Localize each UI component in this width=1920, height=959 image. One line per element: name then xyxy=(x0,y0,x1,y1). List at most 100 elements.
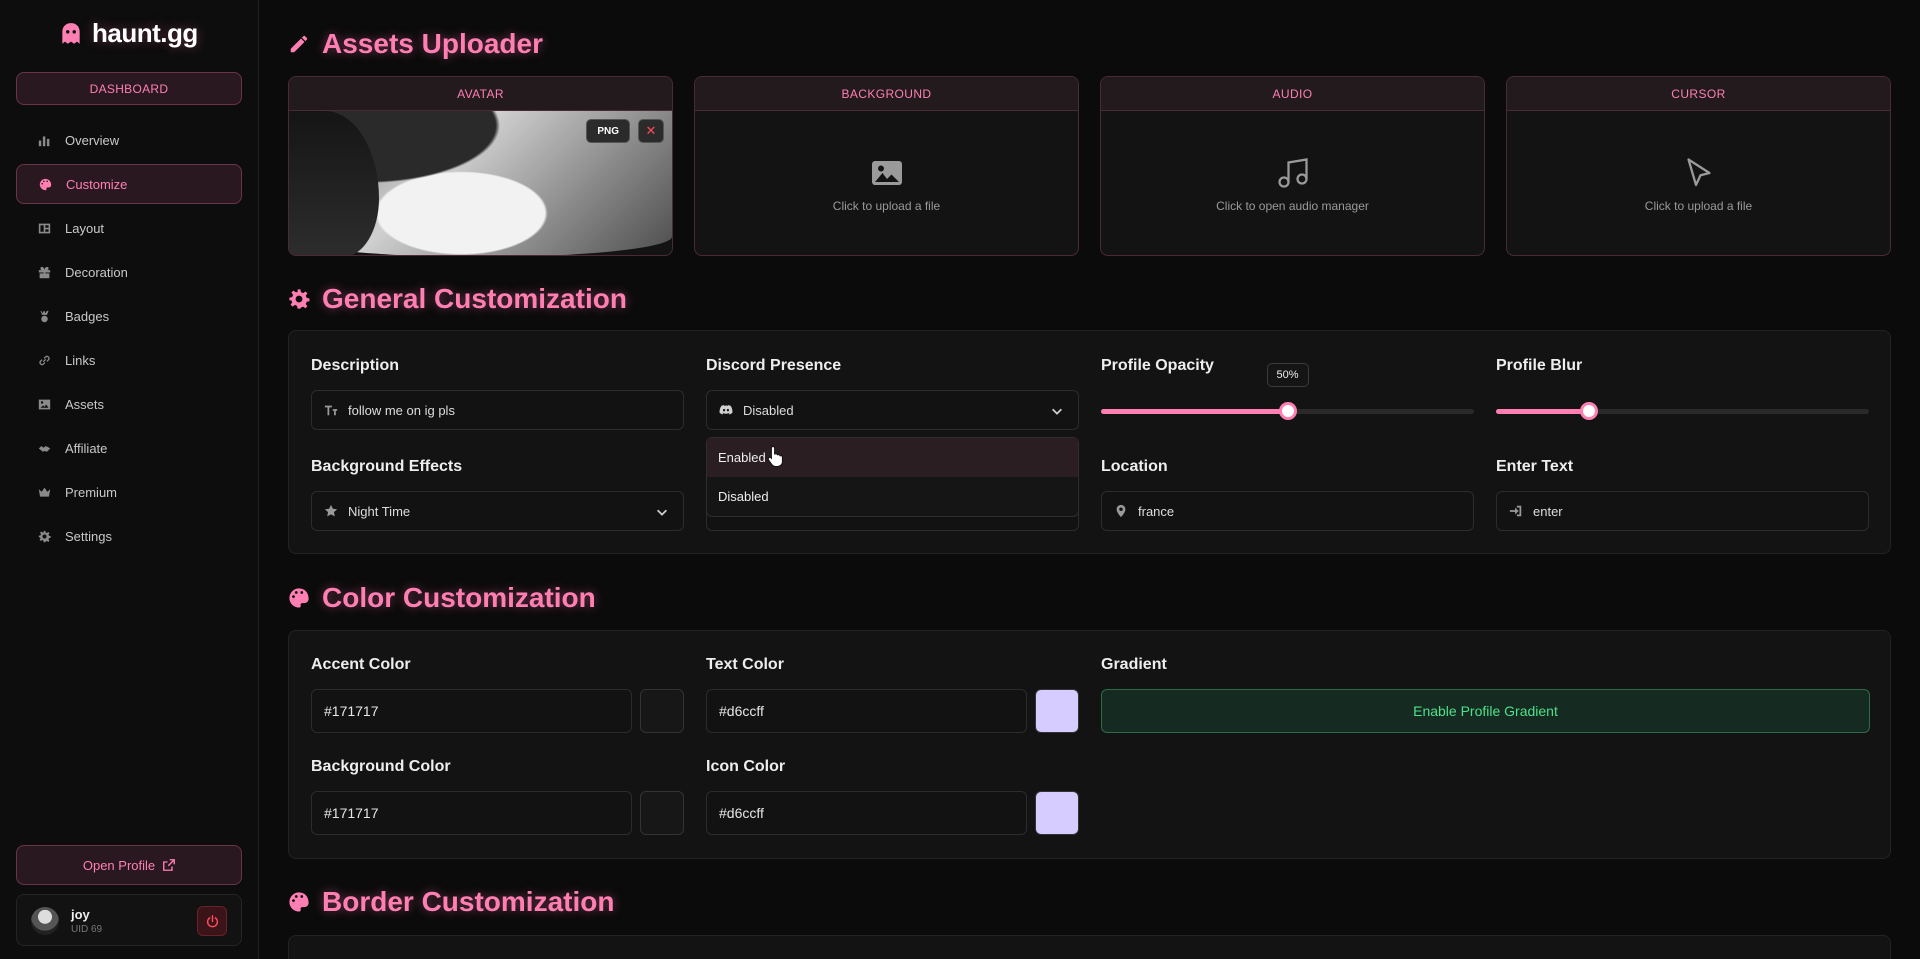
general-panel: Description follow me on ig pls Discord … xyxy=(288,330,1891,554)
discord-presence-select[interactable]: Disabled xyxy=(706,390,1079,430)
user-uid: UID 69 xyxy=(71,924,103,935)
affiliate-icon xyxy=(38,445,51,452)
background-effects-select[interactable]: Night Time xyxy=(311,491,684,531)
user-name: joy xyxy=(71,907,90,922)
image-icon xyxy=(871,161,902,185)
profile-blur-slider[interactable] xyxy=(1496,401,1869,421)
brand-name: haunt.gg xyxy=(92,18,198,48)
sidebar: haunt.gg DASHBOARD Overview Customize La… xyxy=(0,0,259,959)
dropdown-option-disabled[interactable]: Disabled xyxy=(707,477,1078,516)
gear-icon xyxy=(289,289,310,309)
color-panel: Accent Color #171717 Text Color #d6ccff … xyxy=(288,630,1891,859)
avatar-upload-card[interactable]: AVATAR PNG ✕ xyxy=(288,76,673,256)
sidebar-item-badges[interactable]: Badges xyxy=(16,296,242,336)
crown-icon xyxy=(38,487,51,497)
background-effects-value: Night Time xyxy=(348,503,411,519)
sidebar-item-affiliate[interactable]: Affiliate xyxy=(16,428,242,468)
brand-logo[interactable]: haunt.gg xyxy=(58,18,198,49)
sidebar-item-overview[interactable]: Overview xyxy=(16,120,242,160)
icon-color-label: Icon Color xyxy=(706,758,786,775)
location-input[interactable]: france xyxy=(1101,491,1474,531)
open-profile-label: Open Profile xyxy=(82,857,156,873)
palette-icon xyxy=(289,588,309,608)
star-icon xyxy=(324,504,338,517)
profile-opacity-slider[interactable]: 50% xyxy=(1101,363,1474,421)
text-color-input[interactable]: #d6ccff xyxy=(706,689,1027,733)
slider-fill xyxy=(1496,409,1590,414)
cursor-upload-card[interactable]: CURSOR Click to upload a file xyxy=(1506,76,1891,256)
background-color-label: Background Color xyxy=(311,758,451,775)
chevron-down-icon xyxy=(1052,408,1062,415)
discord-icon xyxy=(719,405,733,415)
pointer-hand-icon xyxy=(767,445,783,467)
sidebar-item-label: Layout xyxy=(65,220,105,236)
background-upload-card[interactable]: BACKGROUND Click to upload a file xyxy=(694,76,1079,256)
page-title: Assets Uploader xyxy=(322,28,543,59)
slider-thumb[interactable] xyxy=(1278,402,1297,420)
music-note-icon xyxy=(1277,158,1308,188)
dropdown-option-enabled[interactable]: Enabled xyxy=(707,438,1078,477)
open-profile-button[interactable]: Open Profile xyxy=(16,845,242,885)
remove-avatar-button[interactable]: ✕ xyxy=(638,119,664,143)
discord-presence-label: Discord Presence xyxy=(706,357,842,374)
text-color-swatch[interactable] xyxy=(1035,689,1079,733)
link-icon xyxy=(39,355,50,365)
background-color-input[interactable]: #171717 xyxy=(311,791,632,835)
icon-color-input[interactable]: #d6ccff xyxy=(706,791,1027,835)
description-label: Description xyxy=(311,357,400,374)
gradient-label: Gradient xyxy=(1101,656,1167,673)
discord-presence-value: Disabled xyxy=(743,402,794,418)
sidebar-item-label: Decoration xyxy=(65,264,128,280)
accent-color-input[interactable]: #171717 xyxy=(311,689,632,733)
border-panel xyxy=(288,935,1891,959)
upload-hint: Click to open audio manager xyxy=(1216,199,1369,213)
sidebar-item-label: Customize xyxy=(66,176,128,192)
sidebar-item-label: Assets xyxy=(65,396,105,412)
sidebar-item-premium[interactable]: Premium xyxy=(16,472,242,512)
location-value: france xyxy=(1138,503,1175,519)
enter-text-input[interactable]: enter xyxy=(1496,491,1869,531)
dashboard-button[interactable]: DASHBOARD xyxy=(16,72,242,105)
file-type-badge: PNG xyxy=(586,119,630,143)
avatar[interactable] xyxy=(31,907,59,935)
sidebar-item-label: Overview xyxy=(65,132,120,148)
description-input[interactable]: follow me on ig pls xyxy=(311,390,684,430)
power-icon xyxy=(206,914,218,927)
external-link-icon xyxy=(163,859,176,871)
slider-value-tooltip: 50% xyxy=(1266,363,1309,387)
sidebar-item-settings[interactable]: Settings xyxy=(16,516,242,556)
sidebar-item-assets[interactable]: Assets xyxy=(16,384,242,424)
location-label: Location xyxy=(1101,458,1168,475)
sidebar-item-decoration[interactable]: Decoration xyxy=(16,252,242,292)
audio-upload-card[interactable]: AUDIO Click to open audio manager xyxy=(1100,76,1485,256)
sidebar-item-customize[interactable]: Customize xyxy=(16,164,242,204)
text-color-label: Text Color xyxy=(706,656,784,673)
accent-color-swatch[interactable] xyxy=(640,689,684,733)
assets-section-title: Assets Uploader xyxy=(288,28,543,60)
background-color-swatch[interactable] xyxy=(640,791,684,835)
enable-gradient-button[interactable]: Enable Profile Gradient xyxy=(1101,689,1870,733)
section-heading: Color Customization xyxy=(322,582,596,613)
sign-in-icon xyxy=(1509,505,1522,517)
chevron-down-icon xyxy=(657,509,667,516)
background-effects-label: Background Effects xyxy=(311,458,463,475)
assets-upload-row: AVATAR PNG ✕ BACKGROUND Click to upload … xyxy=(288,76,1891,256)
slider-fill xyxy=(1101,409,1288,414)
sidebar-item-links[interactable]: Links xyxy=(16,340,242,380)
sidebar-item-label: Badges xyxy=(65,308,110,324)
section-heading: General Customization xyxy=(322,283,627,314)
profile-opacity-label: Profile Opacity xyxy=(1101,357,1214,374)
sidebar-item-label: Premium xyxy=(65,484,118,500)
sidebar-item-layout[interactable]: Layout xyxy=(16,208,242,248)
map-pin-icon xyxy=(1116,504,1126,518)
logout-button[interactable] xyxy=(197,906,227,936)
slider-thumb[interactable] xyxy=(1580,402,1599,420)
sidebar-item-label: Links xyxy=(65,352,96,368)
discord-presence-dropdown: Enabled Disabled xyxy=(706,437,1079,517)
text-size-icon xyxy=(324,405,338,416)
user-card: joy UID 69 xyxy=(16,894,242,946)
chart-icon xyxy=(38,135,50,146)
icon-color-swatch[interactable] xyxy=(1035,791,1079,835)
badge-icon xyxy=(40,310,49,322)
general-section-title: General Customization xyxy=(288,283,627,315)
